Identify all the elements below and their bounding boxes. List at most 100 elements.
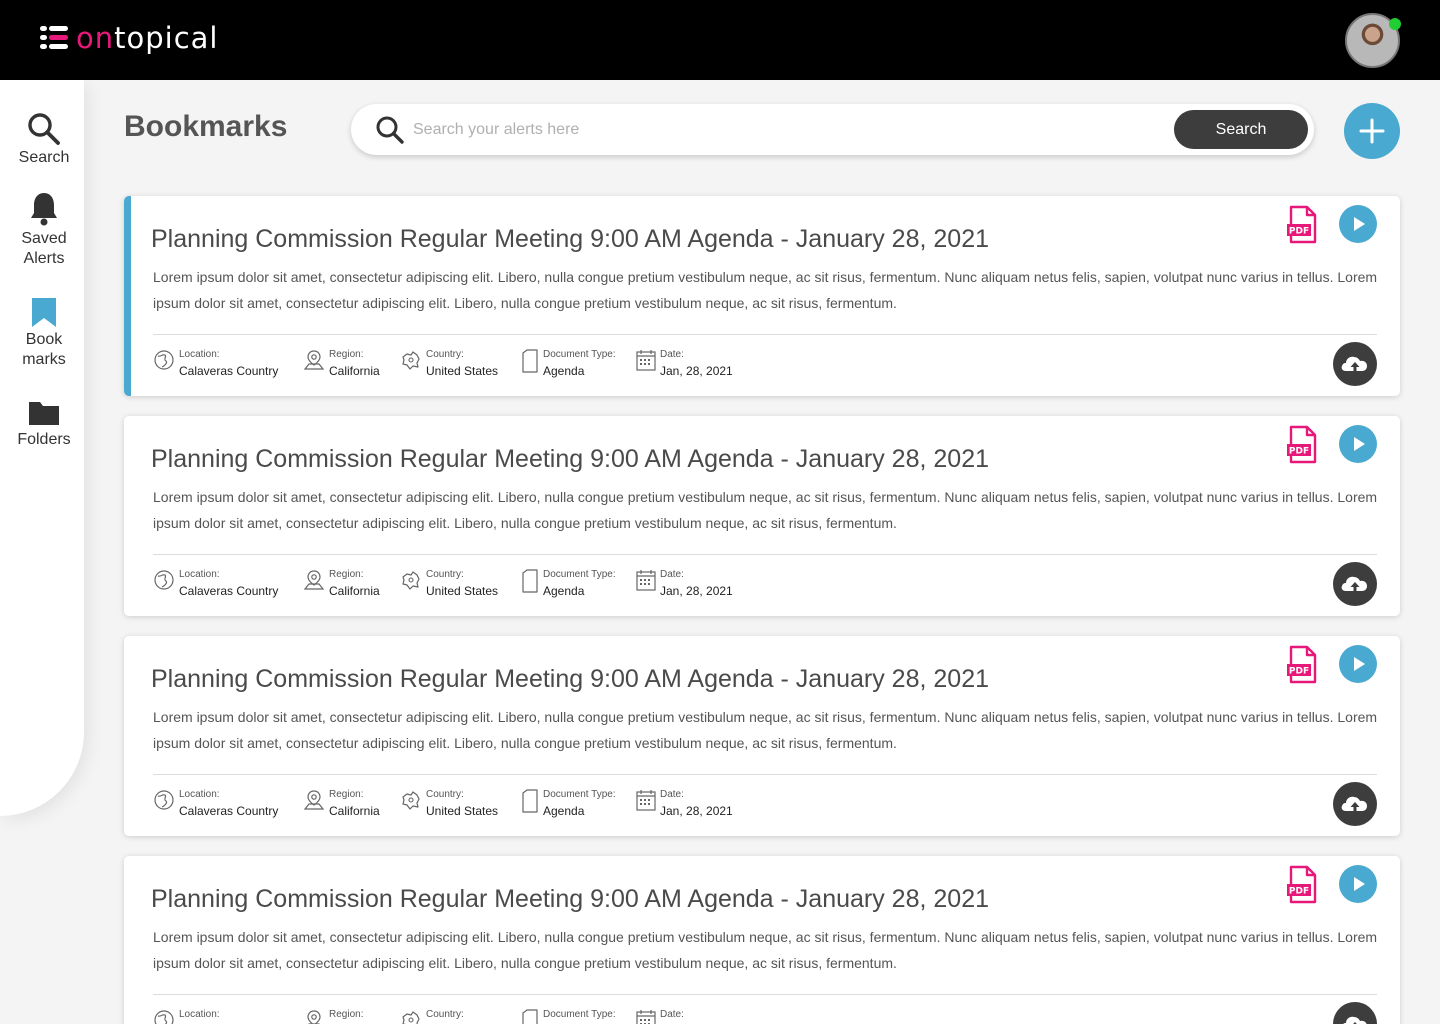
cloud-upload-icon bbox=[1341, 576, 1367, 591]
upload-button[interactable] bbox=[1333, 562, 1377, 606]
meta-label: Country: bbox=[426, 349, 464, 360]
meta-country: Country: United States bbox=[400, 568, 498, 600]
meta-label: Country: bbox=[426, 569, 464, 580]
bookmark-card[interactable]: Planning Commission Regular Meeting 9:00… bbox=[124, 196, 1400, 396]
card-title[interactable]: Planning Commission Regular Meeting 9:00… bbox=[151, 225, 989, 254]
meta-label: Region: bbox=[329, 569, 364, 580]
meta-label: Document Type: bbox=[543, 569, 616, 580]
meta-location: Location: Calaveras Country bbox=[153, 348, 278, 380]
map-pin-icon bbox=[307, 1010, 321, 1024]
play-button[interactable] bbox=[1339, 205, 1377, 243]
sidebar: Search Saved Alerts Book marks Folders bbox=[0, 80, 84, 816]
meta-date: Date: Jan, 28, 2021 bbox=[636, 348, 733, 380]
card-title[interactable]: Planning Commission Regular Meeting 9:00… bbox=[151, 665, 989, 694]
globe-icon bbox=[154, 1010, 174, 1024]
search-input[interactable] bbox=[413, 117, 1153, 143]
meta-document-type: Document Type: bbox=[521, 1008, 616, 1024]
sidebar-item-saved-alerts[interactable]: Saved Alerts bbox=[0, 191, 88, 269]
meta-label: Date: bbox=[660, 789, 684, 800]
meta-label: Date: bbox=[660, 1009, 684, 1020]
meta-label: Country: bbox=[426, 789, 464, 800]
pdf-icon[interactable]: PDF bbox=[1286, 425, 1318, 465]
meta-value: Jan, 28, 2021 bbox=[660, 804, 733, 818]
pdf-icon[interactable]: PDF bbox=[1286, 645, 1318, 685]
meta-value: California bbox=[329, 804, 380, 818]
search-icon bbox=[28, 113, 60, 145]
card-description: Lorem ipsum dolor sit amet, consectetur … bbox=[153, 709, 1378, 751]
country-map-icon bbox=[402, 571, 420, 590]
bookmark-card[interactable]: Planning Commission Regular Meeting 9:00… bbox=[124, 416, 1400, 616]
play-button[interactable] bbox=[1339, 425, 1377, 463]
meta-region: Region: California bbox=[303, 568, 380, 600]
top-bar: ontopical bbox=[0, 0, 1440, 80]
bell-icon bbox=[31, 193, 57, 226]
cloud-upload-icon bbox=[1343, 1016, 1367, 1024]
document-icon bbox=[522, 569, 538, 593]
map-pin-icon bbox=[303, 350, 325, 370]
meta-label: Region: bbox=[329, 1009, 364, 1020]
meta-label: Region: bbox=[329, 349, 364, 360]
document-icon bbox=[522, 349, 538, 373]
meta-document-type: Document Type: Agenda bbox=[521, 568, 616, 600]
sidebar-item-label-line1: Book bbox=[25, 331, 63, 348]
upload-button[interactable] bbox=[1333, 782, 1377, 826]
meta-country: Country: United States bbox=[400, 348, 498, 380]
meta-label: Location: bbox=[179, 789, 220, 800]
play-icon bbox=[1354, 437, 1365, 451]
meta-label: Location: bbox=[179, 569, 220, 580]
meta-value: Jan, 28, 2021 bbox=[660, 584, 733, 598]
calendar-icon bbox=[636, 790, 656, 811]
brand-logo[interactable]: ontopical bbox=[40, 18, 218, 58]
search-bar: Search bbox=[351, 104, 1314, 155]
search-button[interactable]: Search bbox=[1174, 110, 1308, 149]
sidebar-item-label-line2: marks bbox=[22, 351, 66, 368]
meta-value: Calaveras Country bbox=[179, 364, 279, 378]
pdf-label: PDF bbox=[1289, 887, 1309, 897]
globe-icon bbox=[154, 350, 174, 370]
page-title: Bookmarks bbox=[124, 110, 288, 143]
meta-date: Date: Jan, 28, 2021 bbox=[636, 568, 733, 600]
upload-button[interactable] bbox=[1333, 342, 1377, 386]
card-title[interactable]: Planning Commission Regular Meeting 9:00… bbox=[151, 885, 989, 914]
meta-location: Location: bbox=[153, 1008, 220, 1024]
meta-value: California bbox=[329, 584, 380, 598]
sidebar-item-bookmarks[interactable]: Book marks bbox=[0, 296, 88, 370]
pdf-label: PDF bbox=[1289, 227, 1309, 237]
sidebar-item-label-line1: Saved bbox=[21, 230, 67, 247]
calendar-icon bbox=[636, 350, 656, 371]
card-description: Lorem ipsum dolor sit amet, consectetur … bbox=[153, 269, 1378, 311]
add-button[interactable] bbox=[1344, 103, 1400, 159]
online-status-indicator bbox=[1389, 18, 1401, 30]
play-icon bbox=[1354, 657, 1365, 671]
meta-label: Document Type: bbox=[543, 789, 616, 800]
pdf-icon[interactable]: PDF bbox=[1286, 205, 1318, 245]
folder-icon bbox=[29, 402, 59, 425]
country-map-icon bbox=[402, 1011, 420, 1024]
sidebar-item-label: Search bbox=[18, 149, 70, 166]
card-title[interactable]: Planning Commission Regular Meeting 9:00… bbox=[151, 445, 989, 474]
meta-value: Jan, 28, 2021 bbox=[660, 364, 733, 378]
meta-value: Agenda bbox=[543, 804, 585, 818]
meta-value: California bbox=[329, 364, 380, 378]
sidebar-item-folders[interactable]: Folders bbox=[0, 398, 88, 450]
document-icon bbox=[522, 789, 538, 813]
meta-value: Agenda bbox=[543, 364, 585, 378]
country-map-icon bbox=[402, 791, 420, 810]
sidebar-item-search[interactable]: Search bbox=[0, 112, 88, 168]
logo-mark-icon bbox=[40, 26, 68, 50]
meta-label: Region: bbox=[329, 789, 364, 800]
bookmark-icon bbox=[32, 298, 56, 327]
divider bbox=[153, 334, 1377, 335]
meta-label: Document Type: bbox=[543, 349, 616, 360]
meta-document-type: Document Type: Agenda bbox=[521, 348, 616, 380]
search-icon bbox=[376, 116, 404, 144]
bookmark-card[interactable]: Planning Commission Regular Meeting 9:00… bbox=[124, 856, 1400, 1024]
meta-label: Location: bbox=[179, 349, 220, 360]
pdf-icon[interactable]: PDF bbox=[1286, 865, 1318, 905]
play-button[interactable] bbox=[1339, 645, 1377, 683]
map-pin-icon bbox=[303, 570, 325, 590]
play-button[interactable] bbox=[1339, 865, 1377, 903]
meta-region: Region: California bbox=[303, 788, 380, 820]
upload-button[interactable] bbox=[1333, 1002, 1377, 1024]
bookmark-card[interactable]: Planning Commission Regular Meeting 9:00… bbox=[124, 636, 1400, 836]
